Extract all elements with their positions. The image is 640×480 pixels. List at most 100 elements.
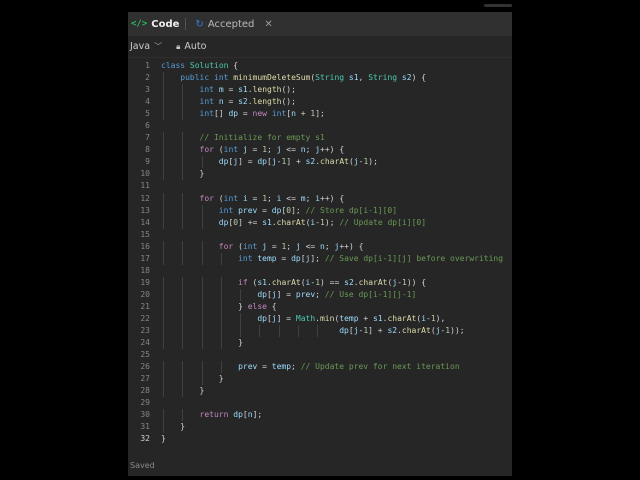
- code-text: if (s1.charAt(i-1) == s2.charAt(j-1)) {: [161, 276, 426, 289]
- indent-guide: [182, 192, 184, 205]
- code-line[interactable]: 32}: [128, 433, 512, 445]
- indent-guide: [201, 156, 203, 169]
- indent-guide: [182, 204, 184, 217]
- code-line[interactable]: 7 // Initialize for empty s1: [128, 132, 512, 145]
- code-line[interactable]: 13 int prev = dp[0]; // Store dp[i-1][0]: [128, 204, 512, 217]
- code-line[interactable]: 9 dp[j] = dp[j-1] + s2.charAt(j-1);: [128, 156, 512, 169]
- code-panel: </> Code ↻ Accepted ✕ Java ﹀ 🔒︎ Auto 1 cl…: [128, 12, 512, 476]
- code-line[interactable]: 3 int m = s1.length();: [128, 84, 512, 97]
- line-number: 8: [145, 145, 150, 155]
- line-number: 11: [140, 181, 150, 191]
- tab-code[interactable]: </> Code: [128, 19, 179, 30]
- code-line[interactable]: 22 dp[j] = Math.min(temp + s1.charAt(i-1…: [128, 312, 512, 325]
- code-line[interactable]: 2 public int minimumDeleteSum(String s1,…: [128, 72, 512, 85]
- code-text: }: [161, 168, 204, 181]
- indent-guide: [201, 337, 203, 350]
- line-number: 30: [140, 410, 150, 420]
- code-line[interactable]: 27 }: [128, 373, 512, 386]
- language-label: Java: [130, 41, 151, 52]
- code-line[interactable]: 17 int temp = dp[j]; // Save dp[i-1][j] …: [128, 252, 512, 265]
- code-line[interactable]: 23 dp[j-1] + s2.charAt(j-1));: [128, 325, 512, 338]
- indent-guide: [182, 252, 184, 265]
- code-line[interactable]: 18: [128, 265, 512, 277]
- line-number: 4: [145, 97, 150, 107]
- tab-accepted[interactable]: ↻ Accepted ✕: [192, 19, 272, 30]
- indent-guide: [163, 108, 164, 121]
- code-line[interactable]: 30 return dp[n];: [128, 409, 512, 422]
- indent-guide: [182, 373, 184, 386]
- indent-guide: [220, 337, 222, 350]
- indent-guide: [163, 204, 164, 217]
- code-line[interactable]: 6: [128, 120, 512, 132]
- tab-divider: [185, 18, 187, 30]
- code-line[interactable]: 8 for (int j = 1; j <= n; j++) {: [128, 144, 512, 157]
- code-line[interactable]: 16 for (int j = 1; j <= n; j++) {: [128, 240, 512, 253]
- indent-guide: [163, 337, 164, 350]
- close-icon[interactable]: ✕: [264, 19, 272, 30]
- code-text: int temp = dp[j]; // Save dp[i-1][j] bef…: [161, 252, 503, 265]
- code-line[interactable]: 31 }: [128, 421, 512, 434]
- indent-guide: [182, 132, 184, 145]
- indent-guide: [220, 325, 222, 338]
- line-number: 3: [145, 85, 150, 95]
- auto-mode[interactable]: 🔒︎ Auto: [176, 41, 206, 52]
- indent-guide: [220, 288, 222, 301]
- indent-guide: [220, 276, 222, 289]
- indent-guide: [201, 361, 203, 374]
- code-text: }: [161, 385, 204, 398]
- code-text: }: [161, 421, 186, 434]
- indent-guide: [317, 325, 319, 338]
- indent-guide: [163, 252, 164, 265]
- language-select[interactable]: Java ﹀: [130, 41, 162, 52]
- indent-guide: [182, 84, 184, 97]
- code-line[interactable]: 20 dp[j] = prev; // Use dp[i-1][j-1]: [128, 288, 512, 301]
- code-text: dp[j] = Math.min(temp + s1.charAt(i-1),: [161, 312, 445, 325]
- code-line[interactable]: 25: [128, 349, 512, 361]
- indent-guide: [182, 300, 184, 313]
- indent-guide: [163, 132, 164, 145]
- code-text: int n = s2.length();: [161, 96, 296, 109]
- line-number: 7: [145, 133, 150, 143]
- line-number: 12: [140, 193, 150, 203]
- code-text: }: [161, 434, 166, 444]
- line-number: 1: [145, 61, 150, 70]
- indent-guide: [163, 72, 164, 85]
- line-number: 32: [140, 434, 150, 444]
- code-line[interactable]: 29: [128, 397, 512, 409]
- line-number: 29: [140, 398, 150, 408]
- code-line[interactable]: 15: [128, 229, 512, 241]
- code-line[interactable]: 12 for (int i = 1; i <= m; i++) {: [128, 192, 512, 205]
- code-line[interactable]: 28 }: [128, 385, 512, 398]
- code-text: dp[j] = prev; // Use dp[i-1][j-1]: [161, 288, 416, 301]
- code-text: class Solution {: [161, 61, 239, 70]
- code-text: return dp[n];: [161, 409, 262, 422]
- code-line[interactable]: 11: [128, 180, 512, 192]
- code-editor[interactable]: 1 class Solution { 2 public int minimumDel…: [128, 60, 512, 446]
- line-number: 13: [140, 205, 150, 215]
- code-line[interactable]: 19 if (s1.charAt(i-1) == s2.charAt(j-1))…: [128, 276, 512, 289]
- accepted-icon: ↻: [195, 18, 204, 30]
- code-line[interactable]: 5 int[] dp = new int[n + 1];: [128, 108, 512, 121]
- indent-guide: [163, 276, 164, 289]
- line-number: 28: [140, 386, 150, 396]
- code-line[interactable]: 1 class Solution {: [128, 60, 512, 72]
- code-line[interactable]: 21 } else {: [128, 300, 512, 313]
- indent-guide: [201, 325, 203, 338]
- code-line[interactable]: 4 int n = s2.length();: [128, 96, 512, 109]
- line-number: 15: [140, 229, 150, 239]
- lock-icon: 🔒︎: [176, 41, 181, 51]
- indent-guide: [201, 204, 203, 217]
- tab-accepted-label: Accepted: [207, 18, 255, 30]
- indent-guide: [163, 361, 164, 374]
- line-number: 5: [145, 109, 150, 119]
- code-line[interactable]: 14 dp[0] += s1.charAt(i-1); // Update dp…: [128, 216, 512, 229]
- line-number: 31: [140, 422, 150, 432]
- indent-guide: [163, 240, 164, 253]
- code-line[interactable]: 10 }: [128, 168, 512, 181]
- code-line[interactable]: 24 }: [128, 337, 512, 350]
- indent-guide: [163, 144, 164, 157]
- line-number: 17: [140, 253, 150, 263]
- line-number: 2: [145, 73, 150, 83]
- indent-guide: [163, 409, 164, 422]
- code-line[interactable]: 26 prev = temp; // Update prev for next …: [128, 361, 512, 374]
